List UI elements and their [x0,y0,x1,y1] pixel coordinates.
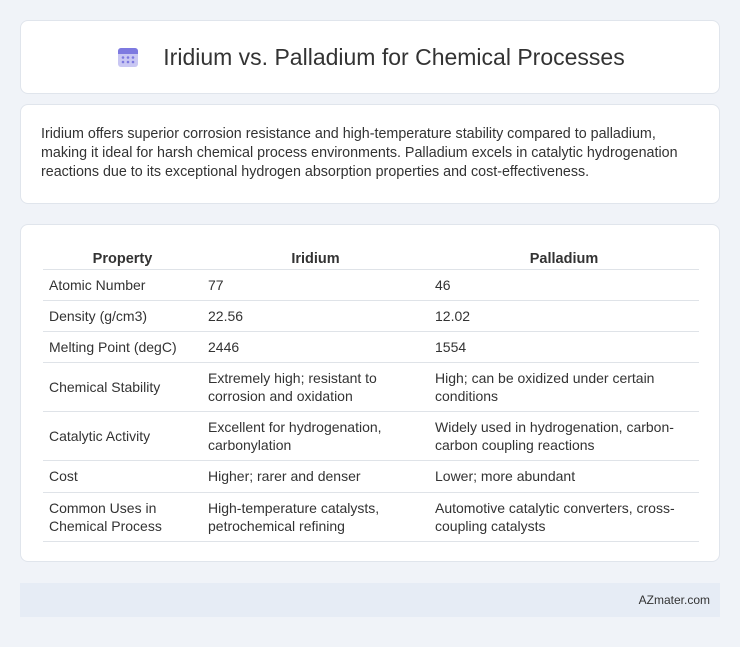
table-header-row: Property Iridium Palladium [43,245,699,270]
table-row: Atomic Number 77 46 [43,269,699,301]
column-header-property: Property [43,245,202,270]
table-row: Chemical Stability Extremely high; resis… [43,362,699,412]
comparison-table: Property Iridium Palladium Atomic Number… [43,245,699,542]
table-cell: 46 [429,269,699,301]
table-row: Density (g/cm3) 22.56 12.02 [43,300,699,332]
table-row: Catalytic Activity Excellent for hydroge… [43,411,699,461]
table-cell: Widely used in hydrogenation, carbon-car… [429,411,699,461]
table-cell: 22.56 [202,300,429,332]
page-title: Iridium vs. Palladium for Chemical Proce… [163,43,625,70]
title-card: Iridium vs. Palladium for Chemical Proce… [20,20,720,94]
table-cell: Catalytic Activity [43,411,202,461]
table-cell: Extremely high; resistant to corrosion a… [202,362,429,412]
table-cell: Melting Point (degC) [43,331,202,363]
table-cell: Cost [43,460,202,493]
table-cell: 1554 [429,331,699,363]
table-row: Melting Point (degC) 2446 1554 [43,331,699,363]
table-cell: Atomic Number [43,269,202,301]
table-cell: Higher; rarer and denser [202,460,429,493]
table-cell: 77 [202,269,429,301]
table-cell: High-temperature catalysts, petrochemica… [202,492,429,542]
comparison-table-card: Property Iridium Palladium Atomic Number… [20,224,720,562]
footer-brand: AZmater.com [638,593,710,607]
summary-text: Iridium offers superior corrosion resist… [41,126,678,180]
column-header-iridium: Iridium [202,245,429,270]
table-cell: Lower; more abundant [429,460,699,493]
calendar-icon [115,44,141,70]
table-cell: 2446 [202,331,429,363]
table-cell: Excellent for hydrogenation, carbonylati… [202,411,429,461]
footer: AZmater.com [20,583,720,617]
table-cell: Common Uses in Chemical Process [43,492,202,542]
table-row: Cost Higher; rarer and denser Lower; mor… [43,460,699,493]
table-cell: Automotive catalytic converters, cross-c… [429,492,699,542]
table-cell: 12.02 [429,300,699,332]
table-cell: High; can be oxidized under certain cond… [429,362,699,412]
table-row: Common Uses in Chemical Process High-tem… [43,492,699,542]
table-cell: Chemical Stability [43,362,202,412]
summary-card: Iridium offers superior corrosion resist… [20,104,720,204]
column-header-palladium: Palladium [429,245,699,270]
table-cell: Density (g/cm3) [43,300,202,332]
